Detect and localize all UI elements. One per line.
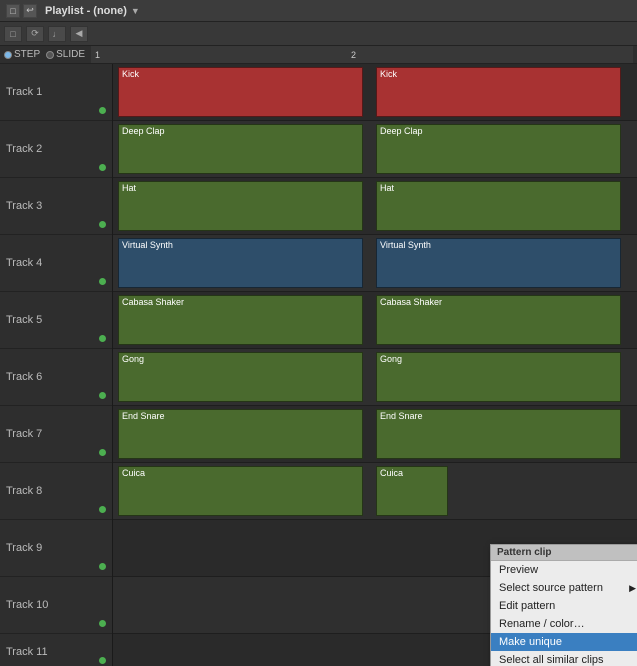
clip-vsynth-2-label: Virtual Synth (380, 240, 431, 250)
context-menu-header: Pattern clip (491, 545, 637, 561)
track-led-9 (99, 563, 106, 570)
clip-cuica-2[interactable]: Cuica (376, 466, 448, 516)
ctx-item-make-unique[interactable]: Make unique (491, 633, 637, 651)
playlist-track-6[interactable]: Gong Gong (113, 349, 637, 406)
track-led-7 (99, 449, 106, 456)
clip-cabasa-2-label: Cabasa Shaker (380, 297, 442, 307)
clip-deepclap-1-label: Deep Clap (122, 126, 165, 136)
toolbar-btn-2[interactable]: ⟳ (26, 26, 44, 42)
clip-deepclap-2[interactable]: Deep Clap (376, 124, 621, 174)
step-radio-dot (4, 51, 12, 59)
playlist-track-4[interactable]: Virtual Synth Virtual Synth (113, 235, 637, 292)
playlist-area: Kick Kick Deep Clap Deep Clap Hat Hat (113, 64, 637, 666)
clip-hat-1-label: Hat (122, 183, 136, 193)
ctx-submenu-arrow-1: ▶ (629, 583, 636, 594)
toolbar: □ ⟳ ♩ ◀ (0, 22, 637, 46)
clip-endsnare-1-label: End Snare (122, 411, 165, 421)
title-bar: □ ↩ Playlist - (none) ▼ (0, 0, 637, 22)
title-dropdown-arrow[interactable]: ▼ (131, 6, 140, 16)
context-menu: Pattern clip Preview Select source patte… (490, 544, 637, 666)
ctx-item-edit-pattern[interactable]: Edit pattern (491, 597, 637, 615)
clip-kick-1-label: Kick (122, 69, 139, 79)
clip-vsynth-2[interactable]: Virtual Synth (376, 238, 621, 288)
clip-cabasa-2[interactable]: Cabasa Shaker (376, 295, 621, 345)
clip-cuica-1-label: Cuica (122, 468, 145, 478)
toolbar-btn-4[interactable]: ◀ (70, 26, 88, 42)
track-label-3[interactable]: Track 3 (0, 178, 112, 235)
ctx-item-select-similar[interactable]: Select all similar clips (491, 651, 637, 666)
clip-cuica-1[interactable]: Cuica (118, 466, 363, 516)
timeline-bar: 1 2 (91, 46, 633, 63)
ctx-item-select-source[interactable]: Select source pattern ▶ (491, 579, 637, 597)
toolbar-btn-3[interactable]: ♩ (48, 26, 66, 42)
toolbar-btn-1[interactable]: □ (4, 26, 22, 42)
slide-label: SLIDE (56, 49, 85, 60)
track-led-3 (99, 221, 106, 228)
playlist-track-7[interactable]: End Snare End Snare (113, 406, 637, 463)
playlist-track-5[interactable]: Cabasa Shaker Cabasa Shaker (113, 292, 637, 349)
clip-kick-1[interactable]: Kick (118, 67, 363, 117)
slide-radio-dot (46, 51, 54, 59)
step-radio[interactable]: STEP (4, 49, 40, 60)
clip-hat-1[interactable]: Hat (118, 181, 363, 231)
clip-gong-1-label: Gong (122, 354, 144, 364)
track-led-4 (99, 278, 106, 285)
slide-radio[interactable]: SLIDE (46, 49, 85, 60)
track-label-6[interactable]: Track 6 (0, 349, 112, 406)
track-led-2 (99, 164, 106, 171)
step-label: STEP (14, 49, 40, 60)
track-label-4[interactable]: Track 4 (0, 235, 112, 292)
track-led-11 (99, 657, 106, 664)
main-area: Track 1 Track 2 Track 3 Track 4 Track 5 … (0, 64, 637, 666)
playlist-track-8[interactable]: Cuica Cuica (113, 463, 637, 520)
clip-gong-2[interactable]: Gong (376, 352, 621, 402)
timeline-marker-2: 2 (351, 50, 356, 60)
clip-cabasa-1[interactable]: Cabasa Shaker (118, 295, 363, 345)
playlist-title: Playlist - (none) (45, 5, 127, 17)
title-bar-icons: □ ↩ (6, 4, 37, 18)
clip-cuica-2-label: Cuica (380, 468, 403, 478)
clip-gong-1[interactable]: Gong (118, 352, 363, 402)
clip-endsnare-2[interactable]: End Snare (376, 409, 621, 459)
track-label-9[interactable]: Track 9 (0, 520, 112, 577)
track-label-1[interactable]: Track 1 (0, 64, 112, 121)
track-label-5[interactable]: Track 5 (0, 292, 112, 349)
clip-deepclap-2-label: Deep Clap (380, 126, 423, 136)
track-led-1 (99, 107, 106, 114)
clip-deepclap-1[interactable]: Deep Clap (118, 124, 363, 174)
ctx-item-rename[interactable]: Rename / color… (491, 615, 637, 633)
step-slide-bar: STEP SLIDE 1 2 (0, 46, 637, 64)
playlist-track-2[interactable]: Deep Clap Deep Clap (113, 121, 637, 178)
timeline-marker-1: 1 (95, 50, 100, 60)
track-led-8 (99, 506, 106, 513)
clip-endsnare-1[interactable]: End Snare (118, 409, 363, 459)
track-label-8[interactable]: Track 8 (0, 463, 112, 520)
clip-gong-2-label: Gong (380, 354, 402, 364)
track-labels: Track 1 Track 2 Track 3 Track 4 Track 5 … (0, 64, 113, 666)
clip-hat-2[interactable]: Hat (376, 181, 621, 231)
track-led-10 (99, 620, 106, 627)
clip-cabasa-1-label: Cabasa Shaker (122, 297, 184, 307)
track-label-10[interactable]: Track 10 (0, 577, 112, 634)
track-led-5 (99, 335, 106, 342)
clip-kick-2-label: Kick (380, 69, 397, 79)
playlist-track-3[interactable]: Hat Hat (113, 178, 637, 235)
clip-vsynth-1-label: Virtual Synth (122, 240, 173, 250)
clip-endsnare-2-label: End Snare (380, 411, 423, 421)
clip-vsynth-1[interactable]: Virtual Synth (118, 238, 363, 288)
clip-hat-2-label: Hat (380, 183, 394, 193)
clip-kick-2[interactable]: Kick (376, 67, 621, 117)
track-label-2[interactable]: Track 2 (0, 121, 112, 178)
track-label-7[interactable]: Track 7 (0, 406, 112, 463)
track-led-6 (99, 392, 106, 399)
title-icon-2[interactable]: ↩ (23, 4, 37, 18)
ctx-item-preview[interactable]: Preview (491, 561, 637, 579)
track-label-11[interactable]: Track 11 (0, 634, 112, 666)
title-icon-1[interactable]: □ (6, 4, 20, 18)
playlist-track-1[interactable]: Kick Kick (113, 64, 637, 121)
